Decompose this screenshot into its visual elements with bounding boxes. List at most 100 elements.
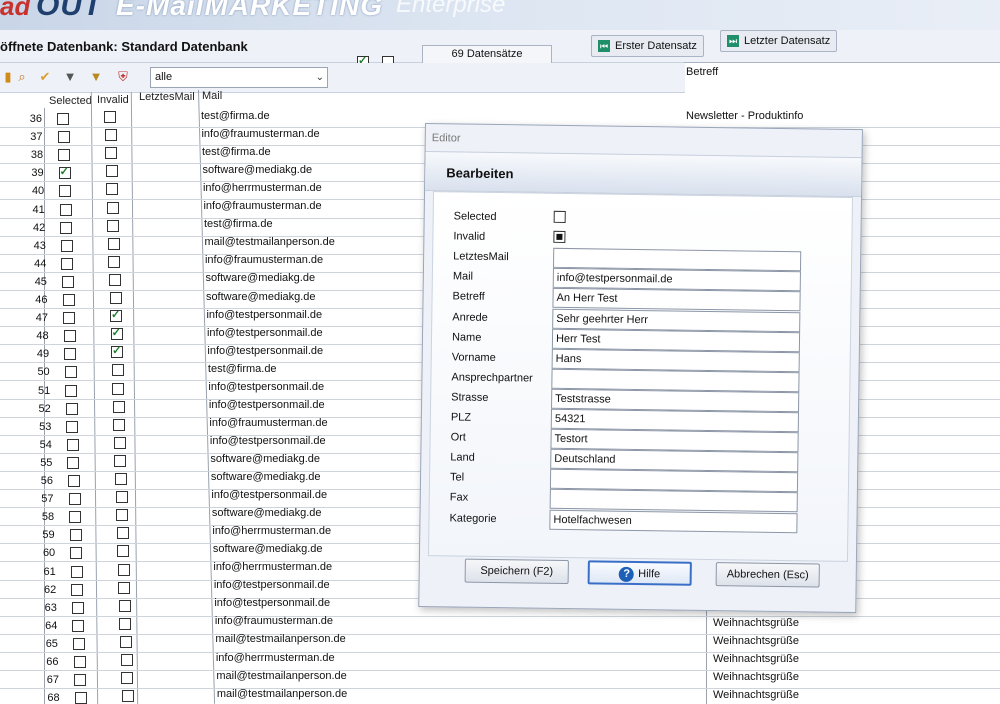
editor-field-kategorie[interactable]: Hotelfachwesen <box>549 509 798 533</box>
row-invalid-checkbox[interactable] <box>108 255 121 268</box>
editor-field-label: Land <box>450 451 475 464</box>
row-invalid-checkbox[interactable] <box>117 545 130 558</box>
row-invalid-checkbox[interactable] <box>111 364 124 377</box>
row-invalid-checkbox[interactable] <box>118 581 131 594</box>
row-selected-checkbox[interactable] <box>60 221 73 234</box>
row-invalid-checkbox[interactable] <box>117 563 130 576</box>
row-invalid-checkbox[interactable] <box>107 219 120 232</box>
row-invalid-checkbox[interactable] <box>116 509 129 522</box>
last-record-button[interactable]: ⏭ Letzter Datensatz <box>720 30 838 52</box>
row-selected-checkbox[interactable] <box>65 384 78 397</box>
row-invalid-checkbox[interactable] <box>106 201 119 214</box>
column-header-mail[interactable]: Mail <box>202 90 222 102</box>
filter-select[interactable]: alle ⌄ <box>150 67 328 88</box>
row-invalid-checkbox[interactable] <box>111 344 124 359</box>
row-number: 52 <box>38 402 51 415</box>
row-selected-checkbox[interactable] <box>68 475 80 488</box>
row-invalid-checkbox[interactable] <box>114 454 127 467</box>
row-selected-checkbox[interactable] <box>63 330 76 343</box>
row-selected-checkbox[interactable] <box>63 312 76 325</box>
row-selected-checkbox[interactable] <box>69 511 82 524</box>
row-invalid-checkbox[interactable] <box>113 418 126 431</box>
row-invalid-checkbox[interactable] <box>107 237 120 250</box>
row-selected-checkbox[interactable] <box>66 438 79 451</box>
row-invalid-checkbox[interactable] <box>112 382 125 395</box>
betreff-column-header[interactable]: Betreff <box>686 66 718 78</box>
row-selected-checkbox[interactable] <box>68 493 81 506</box>
row-invalid-checkbox[interactable] <box>110 326 123 341</box>
table-row[interactable]: 66 info@herrmusterman.de Weihnachtsgrüße <box>0 652 1000 671</box>
editor-invalid-checkbox[interactable] <box>553 230 566 244</box>
row-invalid-checkbox[interactable] <box>121 672 134 685</box>
folder-check-icon[interactable]: ✔ <box>37 69 53 85</box>
row-selected-checkbox[interactable] <box>71 583 84 596</box>
row-selected-checkbox[interactable] <box>71 601 84 614</box>
row-invalid-checkbox[interactable] <box>116 527 129 540</box>
save-button[interactable]: Speichern (F2) <box>464 558 569 585</box>
row-invalid-checkbox[interactable] <box>115 491 128 504</box>
cancel-button[interactable]: Abbrechen (Esc) <box>715 562 820 588</box>
row-selected-checkbox[interactable] <box>60 239 73 252</box>
editor-selected-checkbox[interactable] <box>553 210 566 224</box>
search-record-icon[interactable]: ⌕ <box>14 69 30 85</box>
row-invalid-checkbox[interactable] <box>106 183 119 196</box>
editor-field-label: Betreff <box>452 290 485 304</box>
row-selected-checkbox[interactable] <box>66 420 79 433</box>
row-invalid-checkbox[interactable] <box>104 129 117 142</box>
row-mail: software@mediakg.de <box>210 452 320 465</box>
table-row[interactable]: 64 info@fraumusterman.de Weihnachtsgrüße <box>0 615 1000 635</box>
row-invalid-checkbox[interactable] <box>119 617 132 630</box>
row-invalid-checkbox[interactable] <box>110 308 123 323</box>
row-invalid-checkbox[interactable] <box>115 473 127 486</box>
row-selected-checkbox[interactable] <box>58 149 71 162</box>
row-number: 40 <box>31 185 45 198</box>
row-selected-checkbox[interactable] <box>59 185 72 198</box>
row-selected-checkbox[interactable] <box>73 656 86 669</box>
grid-header: Selected Invalid LetztesMail Mail <box>0 90 700 110</box>
row-selected-checkbox[interactable] <box>58 165 71 180</box>
row-selected-checkbox[interactable] <box>70 547 83 560</box>
row-selected-checkbox[interactable] <box>74 692 87 704</box>
row-selected-checkbox[interactable] <box>72 637 85 650</box>
row-selected-checkbox[interactable] <box>65 402 78 415</box>
filter-icon[interactable]: ▼ <box>62 69 78 85</box>
row-invalid-checkbox[interactable] <box>109 292 122 305</box>
row-selected-checkbox[interactable] <box>61 257 74 270</box>
row-selected-checkbox[interactable] <box>69 529 82 542</box>
row-invalid-checkbox[interactable] <box>104 111 116 124</box>
row-invalid-checkbox[interactable] <box>112 400 125 413</box>
row-invalid-checkbox[interactable] <box>113 436 126 449</box>
row-selected-checkbox[interactable] <box>59 203 72 216</box>
filter-edit-icon[interactable]: ▼ <box>88 69 104 85</box>
row-selected-checkbox[interactable] <box>72 619 85 632</box>
row-selected-checkbox[interactable] <box>74 674 87 687</box>
table-row[interactable]: 65 mail@testmailanperson.de Weihnachtsgrüß… <box>0 633 1000 653</box>
shield-x-icon[interactable]: ⛨ <box>115 69 131 85</box>
row-mail: info@testpersonmail.de <box>214 597 331 610</box>
row-invalid-checkbox[interactable] <box>108 273 121 286</box>
column-header-selected[interactable]: Selected <box>49 95 92 107</box>
row-selected-checkbox[interactable] <box>64 366 77 379</box>
row-invalid-checkbox[interactable] <box>119 635 132 648</box>
table-row[interactable]: 68 mail@testmailanperson.de Weihnachtsgrüß… <box>0 688 1000 704</box>
row-invalid-checkbox[interactable] <box>105 147 118 160</box>
row-selected-checkbox[interactable] <box>70 565 83 578</box>
row-selected-checkbox[interactable] <box>57 131 70 144</box>
column-header-lastmail[interactable]: LetztesMail <box>139 91 195 103</box>
column-header-invalid[interactable]: Invalid <box>97 94 129 106</box>
row-betreff: Weihnachtsgrüße <box>713 634 800 647</box>
row-invalid-checkbox[interactable] <box>120 654 133 667</box>
row-invalid-checkbox[interactable] <box>121 690 134 703</box>
editor-field-label: PLZ <box>450 411 472 424</box>
row-selected-checkbox[interactable] <box>61 275 74 288</box>
first-record-button[interactable]: ⏮ Erster Datensatz <box>591 35 704 57</box>
row-selected-checkbox[interactable] <box>57 113 69 126</box>
table-row[interactable]: 67 mail@testmailanperson.de Weihnachtsgrüß… <box>0 670 1000 689</box>
row-invalid-checkbox[interactable] <box>105 165 118 178</box>
help-icon: ? <box>619 566 635 582</box>
row-selected-checkbox[interactable] <box>64 348 77 361</box>
help-button[interactable]: ? Hilfe <box>587 560 692 586</box>
row-selected-checkbox[interactable] <box>62 294 75 307</box>
row-selected-checkbox[interactable] <box>67 456 80 469</box>
row-invalid-checkbox[interactable] <box>118 599 131 612</box>
